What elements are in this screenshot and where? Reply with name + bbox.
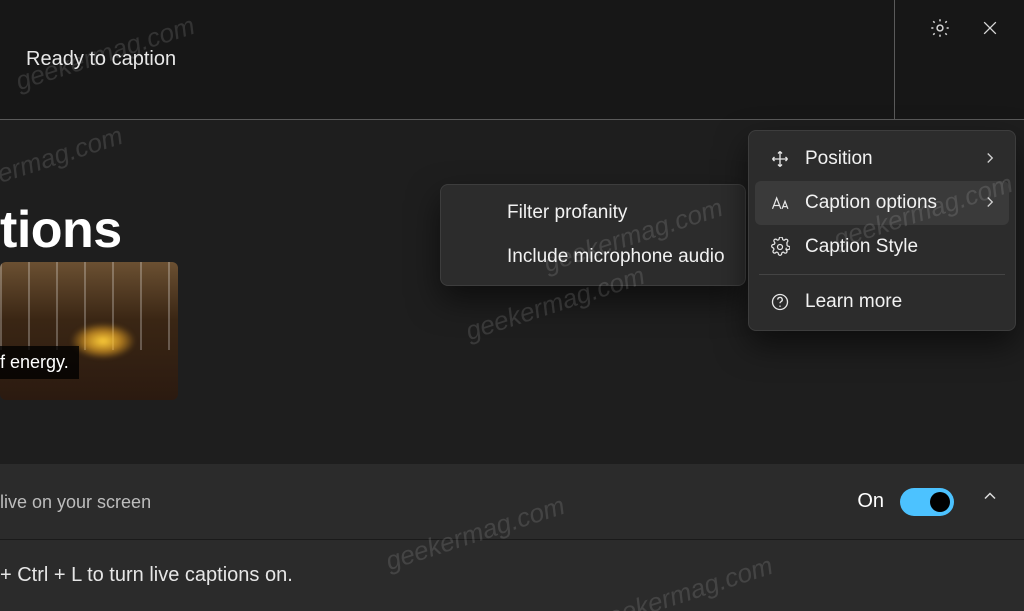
caption-options-submenu: Filter profanity Include microphone audi… xyxy=(440,184,746,286)
shortcut-hint: + Ctrl + L to turn live captions on. xyxy=(0,564,293,587)
settings-gear-button[interactable] xyxy=(922,10,958,46)
live-captions-hint-row: + Ctrl + L to turn live captions on. xyxy=(0,540,1024,611)
menu-item-label: Position xyxy=(805,148,873,170)
chevron-right-icon xyxy=(981,193,999,211)
close-icon xyxy=(980,18,1000,38)
menu-item-caption-options[interactable]: Caption options xyxy=(755,181,1009,225)
question-icon xyxy=(767,292,793,312)
menu-item-caption-style[interactable]: Caption Style xyxy=(755,225,1009,269)
toggle-knob xyxy=(930,492,950,512)
submenu-item-include-mic-audio[interactable]: Include microphone audio xyxy=(447,235,739,279)
menu-item-learn-more[interactable]: Learn more xyxy=(755,280,1009,324)
live-captions-toggle[interactable] xyxy=(900,488,954,516)
submenu-item-filter-profanity[interactable]: Filter profanity xyxy=(447,191,739,235)
caption-status-text: Ready to caption xyxy=(26,48,176,71)
gear-icon xyxy=(929,17,951,39)
preview-thumbnail: f energy. xyxy=(0,262,178,400)
chevron-right-icon xyxy=(981,149,999,167)
toggle-state-label: On xyxy=(857,490,884,513)
font-icon xyxy=(767,193,793,213)
setting-subtitle: live on your screen xyxy=(0,492,151,513)
live-captions-setting-row[interactable]: live on your screen On xyxy=(0,464,1024,540)
menu-separator xyxy=(759,274,1005,275)
chevron-up-icon xyxy=(980,486,1000,506)
menu-item-label: Caption Style xyxy=(805,236,918,258)
thumbnail-caption: f energy. xyxy=(0,346,79,379)
gear-icon xyxy=(767,237,793,257)
submenu-item-label: Include microphone audio xyxy=(507,246,725,268)
caption-bar-controls xyxy=(894,0,1024,120)
expand-chevron[interactable] xyxy=(980,486,1000,506)
move-icon xyxy=(767,149,793,169)
watermark: geekermag.com xyxy=(0,120,127,207)
page-title: tions xyxy=(0,200,122,260)
submenu-item-label: Filter profanity xyxy=(507,202,627,224)
caption-bar: Ready to caption xyxy=(0,0,1024,120)
menu-item-label: Learn more xyxy=(805,291,902,313)
menu-item-label: Caption options xyxy=(805,192,937,214)
settings-context-menu: Position Caption options Caption Style xyxy=(748,130,1016,331)
menu-item-position[interactable]: Position xyxy=(755,137,1009,181)
close-button[interactable] xyxy=(972,10,1008,46)
